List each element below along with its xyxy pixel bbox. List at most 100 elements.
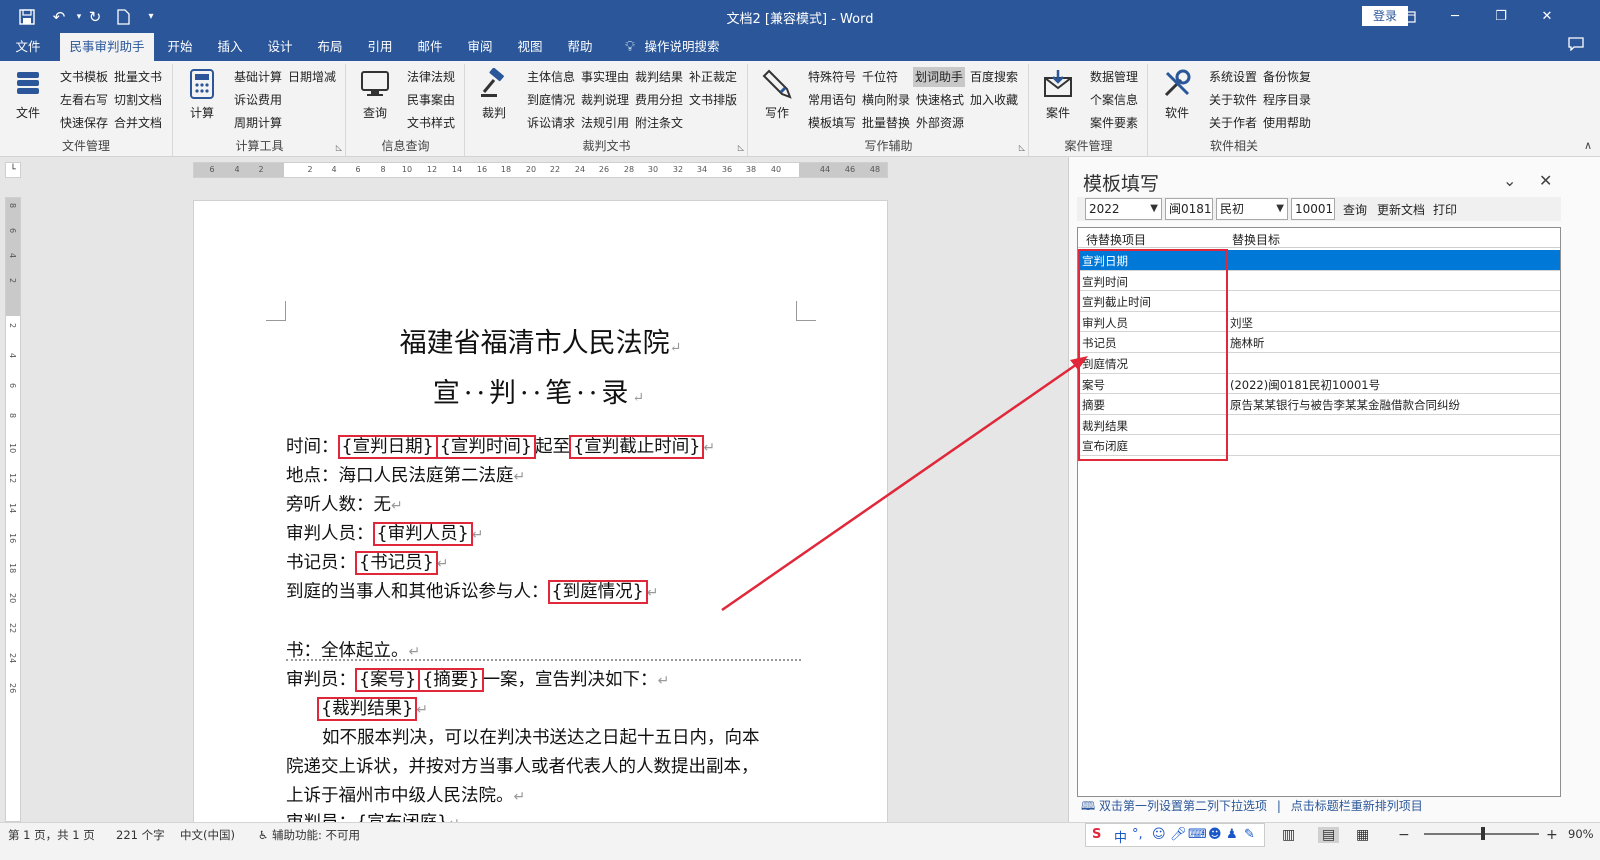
case-number-field[interactable]: 10001 [1291,198,1335,220]
basic-calc-button[interactable]: 基础计算 [234,67,282,87]
tab-design[interactable]: 设计 [260,33,300,61]
minimize-icon[interactable]: ─ [1432,0,1478,33]
landscape-appendix-button[interactable]: 横向附录 [862,90,910,110]
tab-home[interactable]: 开始 [160,33,200,61]
ribbon-display-icon[interactable] [1386,0,1432,33]
close-icon[interactable]: ✕ [1524,0,1570,33]
case-type-select[interactable]: 民初 ▼ [1216,198,1288,220]
period-calc-button[interactable]: 周期计算 [234,113,282,133]
case-elements-button[interactable]: 案件要素 [1090,113,1138,133]
case-info-button[interactable]: 个案信息 [1090,90,1138,110]
web-layout-icon[interactable]: ▦ [1356,827,1369,843]
collapse-ribbon-icon[interactable]: ∧ [1584,139,1592,152]
document-page[interactable]: 福建省福清市人民法院↵ 宣··判··笔··录↵ 时间： {宣判日期} {宣判时间} 起… [193,200,888,822]
pane-close-icon[interactable]: ✕ [1539,171,1552,190]
query-button[interactable]: 查询 [1343,201,1367,218]
special-symbol-button[interactable]: 特殊符号 [808,67,856,87]
about-author-button[interactable]: 关于作者 [1209,113,1257,133]
system-settings-button[interactable]: 系统设置 [1209,67,1257,87]
merge-doc-button[interactable]: 合并文档 [114,113,162,133]
write-big-button[interactable]: 写作 [757,68,797,124]
doc-layout-button[interactable]: 文书排版 [689,90,737,110]
tab-review[interactable]: 审阅 [460,33,500,61]
fee-split-button[interactable]: 费用分担 [635,90,683,110]
print-layout-icon[interactable]: ▤ [1318,827,1340,843]
software-big-button[interactable]: 软件 [1157,68,1197,124]
word-count[interactable]: 221 个字 [116,827,165,843]
zoom-out-icon[interactable]: − [1398,827,1410,843]
update-document-button[interactable]: 更新文档 [1377,201,1425,218]
dialog-launcher-icon[interactable]: ◺ [738,143,744,152]
date-calc-button[interactable]: 日期增减 [288,67,336,87]
tell-me-search[interactable]: 操作说明搜索 [642,33,722,61]
annex-clause-button[interactable]: 附注条文 [635,113,683,133]
claims-button[interactable]: 诉讼请求 [527,113,575,133]
save-icon[interactable] [12,0,42,33]
quick-format-button[interactable]: 快速格式 [916,90,964,110]
tab-civil-trial-assistant[interactable]: 民事审判助手 [60,33,154,61]
lightbulb-icon[interactable]: 💡︎ [620,33,640,61]
common-phrases-button[interactable]: 常用语句 [808,90,856,110]
tab-file[interactable]: 文件 [8,33,48,61]
zoom-in-icon[interactable]: + [1546,827,1558,843]
attendance-button[interactable]: 到庭情况 [527,90,575,110]
program-dir-button[interactable]: 程序目录 [1263,90,1311,110]
word-helper-button[interactable]: 划词助手 [913,67,966,87]
law-cite-button[interactable]: 法规引用 [581,113,629,133]
customize-toolbar-icon[interactable]: ▾ [136,0,166,33]
template-fill-button[interactable]: 模板填写 [808,113,856,133]
doc-style-button[interactable]: 文书样式 [407,113,455,133]
cell-target[interactable]: 施林昕 [1230,335,1265,351]
side-by-side-button[interactable]: 左看右写 [60,90,108,110]
tab-references[interactable]: 引用 [360,33,400,61]
vertical-ruler[interactable]: 8 6 4 2 2 4 6 8 10 12 14 16 18 20 22 24 26 [5,197,21,822]
dialog-launcher-icon[interactable]: ◺ [1019,143,1025,152]
about-software-button[interactable]: 关于软件 [1209,90,1257,110]
year-select[interactable]: 2022 ▼ [1085,198,1162,220]
dialog-launcher-icon[interactable]: ◺ [336,143,342,152]
col-header-item[interactable]: 待替换项目 [1086,231,1146,248]
tab-view[interactable]: 视图 [510,33,550,61]
quick-save-button[interactable]: 快速保存 [60,113,108,133]
court-code-field[interactable]: 闽0181 [1165,198,1213,220]
tab-insert[interactable]: 插入 [210,33,250,61]
batch-doc-button[interactable]: 批量文书 [114,67,162,87]
print-button[interactable]: 打印 [1433,201,1457,218]
read-mode-icon[interactable]: ▥ [1282,827,1295,843]
party-info-button[interactable]: 主体信息 [527,67,575,87]
cell-target[interactable]: (2022)闽0181民初10001号 [1230,377,1380,393]
reasoning-button[interactable]: 裁判说理 [581,90,629,110]
add-favorite-button[interactable]: 加入收藏 [970,90,1018,110]
case-big-button[interactable]: 案件 [1038,68,1078,124]
doc-template-button[interactable]: 文书模板 [60,67,108,87]
baidu-search-button[interactable]: 百度搜索 [970,67,1018,87]
horizontal-ruler[interactable]: 6 4 2 2 4 6 8 10 12 14 16 18 20 22 24 26 28 30 32 34 36 38 40 4… [193,162,888,178]
col-header-target[interactable]: 替换目标 [1232,231,1280,248]
tab-layout[interactable]: 布局 [310,33,350,61]
cell-target[interactable]: 刘坚 [1230,315,1253,331]
redo-icon[interactable]: ↻ [80,0,110,33]
ime-toolbar[interactable]: S 中 °, ☺ 🎤︎ ⌨ ☻ ♟ ✎ [1085,823,1265,847]
civil-cause-button[interactable]: 民事案由 [407,90,455,110]
laws-button[interactable]: 法律法规 [407,67,455,87]
batch-replace-button[interactable]: 批量替换 [862,113,910,133]
comments-icon[interactable] [1566,37,1586,57]
backup-restore-button[interactable]: 备份恢复 [1263,67,1311,87]
query-big-button[interactable]: 查询 [355,68,395,124]
cell-target[interactable]: 原告某某银行与被告李某某金融借款合同纠纷 [1230,397,1460,413]
page-count[interactable]: 第 1 页，共 1 页 [8,827,95,843]
usage-help-button[interactable]: 使用帮助 [1263,113,1311,133]
accessibility-status[interactable]: ♿︎ 辅助功能: 不可用 [258,827,360,843]
tab-help[interactable]: 帮助 [560,33,600,61]
calc-big-button[interactable]: 计算 [182,68,222,124]
language-status[interactable]: 中文(中国) [180,827,235,843]
judgment-big-button[interactable]: 裁判 [474,68,514,124]
facts-reasons-button[interactable]: 事实理由 [581,67,629,87]
judgment-result-button[interactable]: 裁判结果 [635,67,683,87]
new-document-icon[interactable] [108,0,138,33]
restore-icon[interactable]: ❐ [1478,0,1524,33]
external-resources-button[interactable]: 外部资源 [916,113,964,133]
data-management-button[interactable]: 数据管理 [1090,67,1138,87]
tab-selector[interactable]: └ [5,162,21,178]
litigation-fee-button[interactable]: 诉讼费用 [234,90,282,110]
